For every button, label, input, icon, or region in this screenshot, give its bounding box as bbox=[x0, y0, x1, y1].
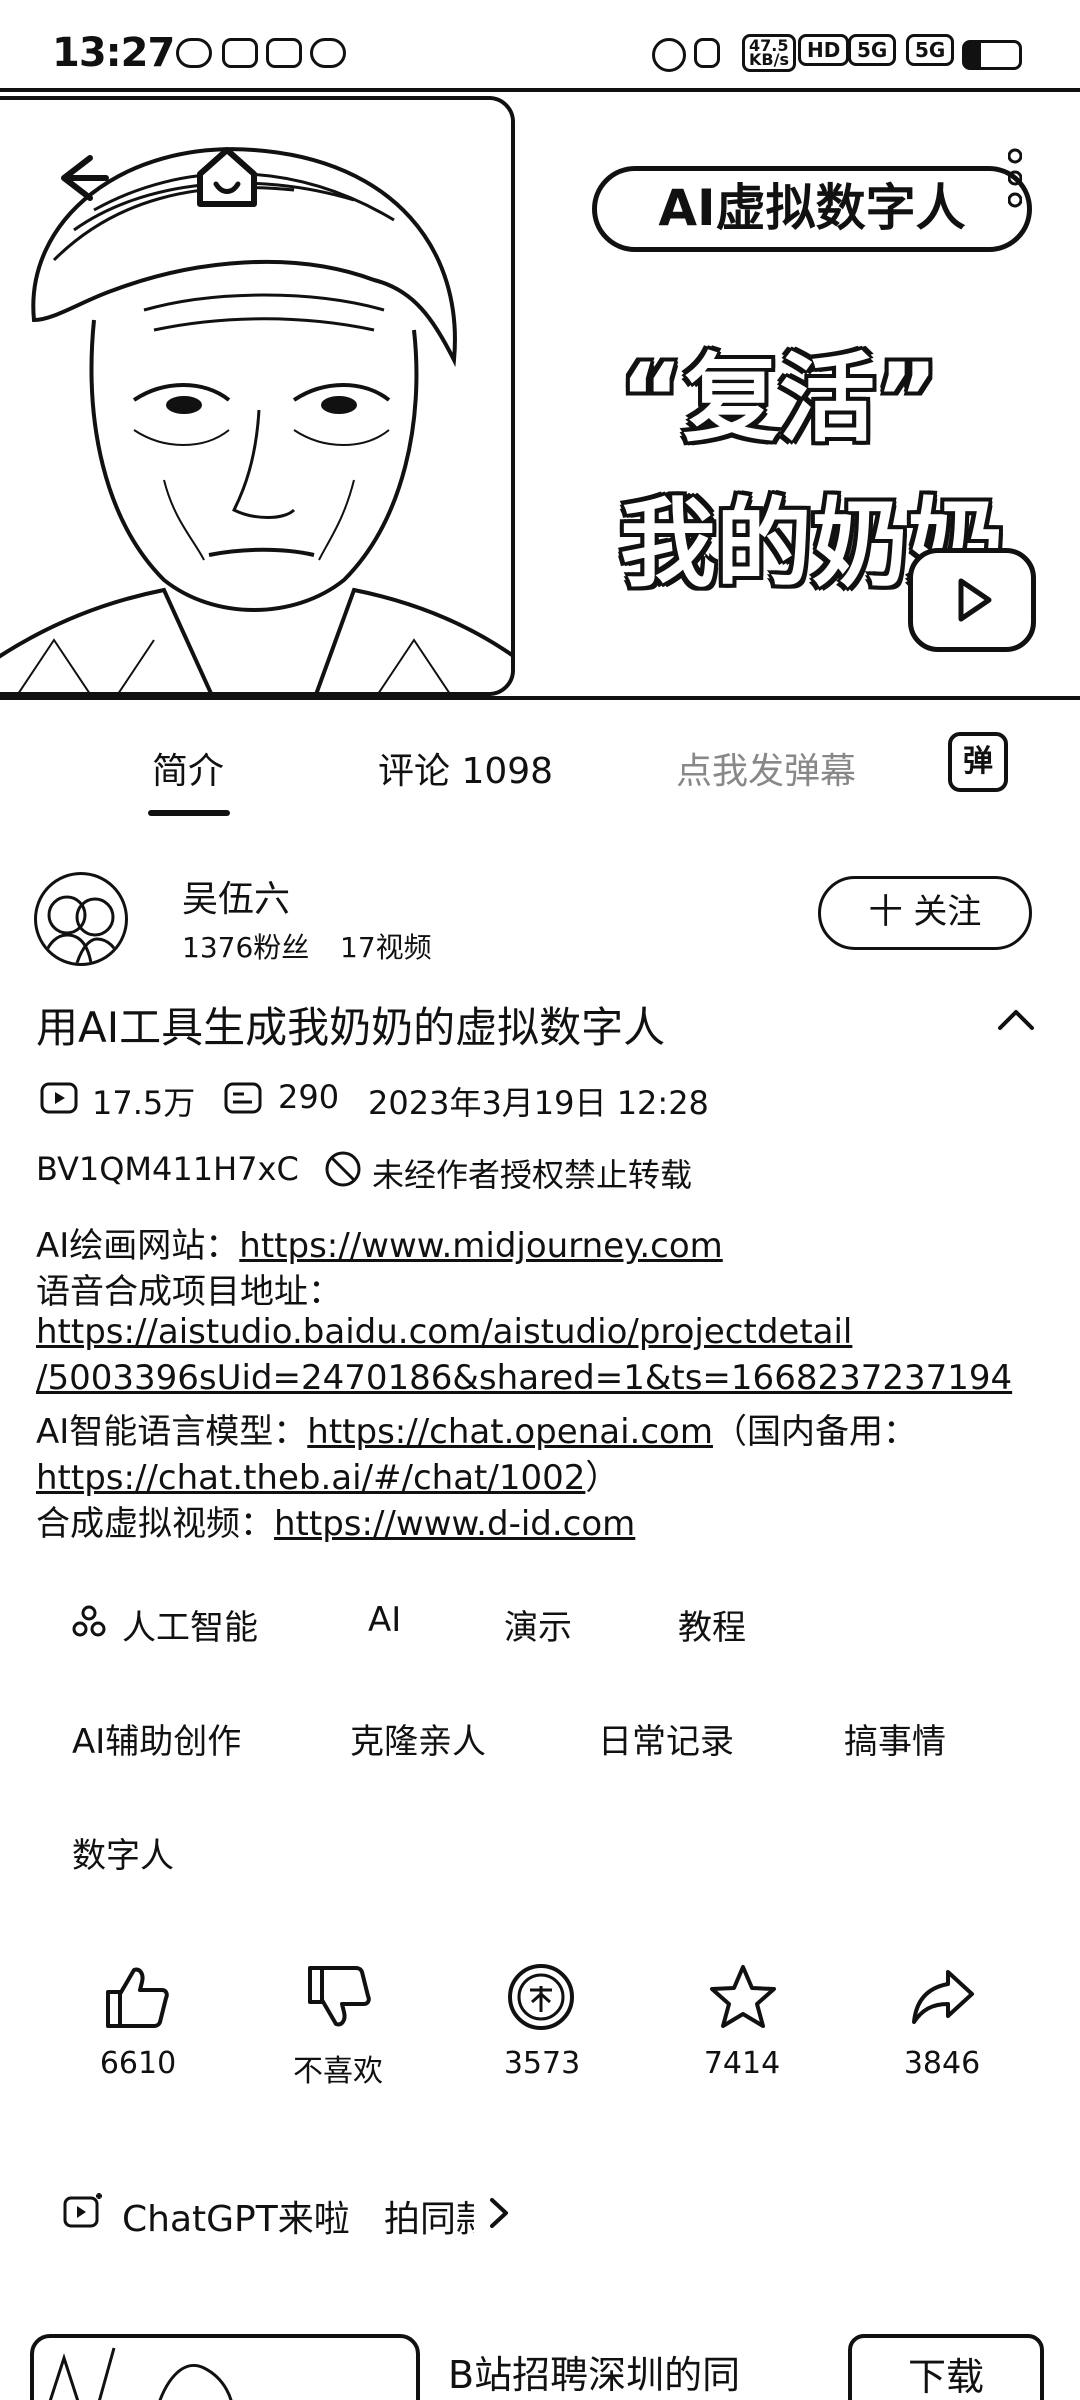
topic-link[interactable]: ChatGPT来啦 bbox=[122, 2190, 350, 2242]
signal-5g-1: 5G bbox=[848, 34, 897, 66]
gallery-notification-icon bbox=[266, 38, 302, 68]
download-button[interactable]: 下载 bbox=[848, 2334, 1044, 2400]
follow-button[interactable]: 十 关注 bbox=[818, 876, 1032, 950]
same-style-link[interactable]: 拍同款 bbox=[384, 2190, 474, 2242]
message-notification-icon bbox=[310, 38, 346, 68]
description-line-5: AI智能语言模型：https://chat.openai.com（国内备用： bbox=[36, 1404, 917, 1453]
desc-label-midjourney: AI绘画网站： bbox=[36, 1226, 240, 1266]
danmaku-input[interactable]: 点我发弹幕 bbox=[676, 742, 856, 794]
detail-tabs: 简介 评论 1098 点我发弹幕 弹 bbox=[0, 704, 1080, 822]
author-videos: 17视频 bbox=[340, 931, 432, 964]
video-player[interactable]: AI虚拟数字人 “复活” 我的奶奶 bbox=[0, 96, 1080, 700]
dislike-icon[interactable] bbox=[304, 1962, 374, 2032]
dislike-label: 不喜欢 bbox=[293, 2054, 383, 2089]
video-headline-1: “复活” bbox=[620, 343, 939, 455]
hd-badge: HD bbox=[798, 34, 850, 66]
share-icon[interactable] bbox=[908, 1962, 978, 2032]
net-speed: 47.5 KB/s bbox=[742, 34, 796, 72]
recommended-video-title[interactable]: B站招聘深圳的同 bbox=[448, 2344, 740, 2399]
tag-topic-icon bbox=[72, 1604, 106, 1638]
author-name[interactable]: 吴伍六 bbox=[182, 870, 290, 922]
like-icon[interactable] bbox=[102, 1962, 172, 2032]
like-count: 6610 bbox=[99, 2046, 177, 2081]
play-count-icon bbox=[40, 1082, 78, 1114]
tag-item[interactable]: AI辅助创作 bbox=[72, 1714, 241, 1763]
avatar[interactable] bbox=[34, 872, 128, 966]
bvid[interactable]: BV1QM411H7xC bbox=[36, 1150, 299, 1188]
link-aistudio-1[interactable]: https://aistudio.baidu.com/aistudio/proj… bbox=[36, 1312, 852, 1352]
favorite-star-icon[interactable] bbox=[708, 1962, 778, 2032]
tag-item[interactable]: 教程 bbox=[678, 1600, 746, 1649]
tab-comments[interactable]: 评论 1098 bbox=[378, 742, 553, 794]
coin-count: 3573 bbox=[503, 2046, 581, 2081]
chevron-right-icon[interactable] bbox=[488, 2196, 510, 2230]
tag-item[interactable]: 搞事情 bbox=[844, 1714, 946, 1763]
desc-label-did: 合成虚拟视频： bbox=[36, 1504, 274, 1544]
video-title: 用AI工具生成我奶奶的虚拟数字人 bbox=[36, 1003, 666, 1052]
link-aistudio-2[interactable]: /5003396sUid=2470186&shared=1&ts=1668237… bbox=[36, 1358, 1012, 1398]
tag-item[interactable]: AI bbox=[368, 1600, 401, 1640]
view-count: 17.5万 bbox=[92, 1084, 196, 1122]
signal-5g-2: 5G bbox=[906, 34, 955, 66]
share-count: 3846 bbox=[903, 2046, 981, 2081]
tag-item[interactable]: 数字人 bbox=[72, 1828, 174, 1877]
home-icon[interactable] bbox=[192, 144, 262, 210]
recommended-video-thumbnail[interactable] bbox=[30, 2334, 420, 2400]
tag-item[interactable]: 日常记录 bbox=[598, 1714, 734, 1763]
publish-date: 2023年3月19日 12:28 bbox=[368, 1084, 709, 1122]
danmaku-count-icon bbox=[224, 1082, 262, 1114]
link-openai[interactable]: https://chat.openai.com bbox=[307, 1412, 713, 1452]
desc-backup-prefix: （国内备用： bbox=[712, 1412, 917, 1452]
topic-video-icon bbox=[62, 2192, 104, 2230]
link-did[interactable]: https://www.d-id.com bbox=[274, 1504, 635, 1544]
tab-intro[interactable]: 简介 bbox=[152, 742, 224, 794]
battery-icon bbox=[962, 40, 1022, 70]
coin-icon[interactable] bbox=[506, 1962, 576, 2032]
desc-label-voice: 语音合成项目地址： bbox=[36, 1272, 342, 1312]
cloud-icon bbox=[176, 38, 212, 68]
link-midjourney[interactable]: https://www.midjourney.com bbox=[239, 1226, 722, 1266]
tab-active-indicator bbox=[148, 810, 230, 816]
back-arrow-icon[interactable] bbox=[50, 148, 110, 208]
tag-item[interactable]: 演示 bbox=[504, 1600, 572, 1649]
author-fans: 1376粉丝 bbox=[182, 931, 310, 964]
tag-item[interactable]: 人工智能 bbox=[122, 1600, 258, 1649]
danmaku-toggle-icon[interactable]: 弹 bbox=[948, 732, 1008, 792]
chevron-up-icon[interactable] bbox=[996, 1006, 1036, 1032]
description-line-7: 合成虚拟视频：https://www.d-id.com bbox=[36, 1496, 635, 1545]
vibrate-icon bbox=[694, 38, 720, 68]
status-bar: 13:27 47.5 KB/s HD 5G 5G bbox=[0, 0, 1080, 92]
tag-item[interactable]: 克隆亲人 bbox=[350, 1714, 486, 1763]
net-speed-unit: KB/s bbox=[749, 50, 789, 69]
play-button[interactable] bbox=[908, 548, 1036, 652]
alarm-icon bbox=[652, 38, 686, 72]
copyright-notice: 未经作者授权禁止转载 bbox=[372, 1156, 693, 1194]
no-repost-icon bbox=[324, 1150, 362, 1188]
desc-backup-suffix: ） bbox=[585, 1458, 620, 1498]
video-overlay-pill: AI虚拟数字人 bbox=[592, 166, 1032, 252]
danmaku-count: 290 bbox=[278, 1078, 340, 1116]
app-notification-icon bbox=[222, 38, 258, 68]
status-time: 13:27 bbox=[52, 30, 175, 76]
description-line-1: AI绘画网站：https://www.midjourney.com bbox=[36, 1218, 723, 1267]
favorite-count: 7414 bbox=[703, 2046, 781, 2081]
desc-label-chat: AI智能语言模型： bbox=[36, 1412, 308, 1452]
description-line-6: https://chat.theb.ai/#/chat/1002） bbox=[36, 1450, 619, 1499]
link-theb[interactable]: https://chat.theb.ai/#/chat/1002 bbox=[36, 1458, 585, 1498]
